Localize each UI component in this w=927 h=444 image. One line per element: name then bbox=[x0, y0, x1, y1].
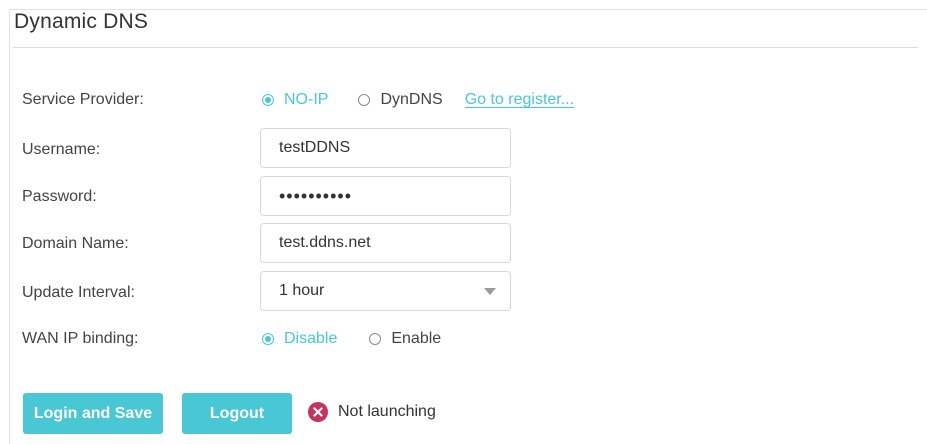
password-input[interactable] bbox=[279, 185, 492, 207]
update-interval-label: Update Interval: bbox=[22, 284, 135, 301]
error-icon bbox=[308, 402, 328, 422]
username-input[interactable] bbox=[279, 139, 492, 157]
login-and-save-button[interactable]: Login and Save bbox=[23, 393, 163, 434]
go-to-register-link[interactable]: Go to register... bbox=[465, 91, 574, 109]
radio-enable-label[interactable]: Enable bbox=[391, 330, 441, 348]
page-title: Dynamic DNS bbox=[14, 10, 149, 33]
service-provider-radio-group: NO-IP DynDNS Go to register... bbox=[262, 91, 574, 109]
status-text: Not launching bbox=[338, 403, 436, 420]
logout-button[interactable]: Logout bbox=[182, 393, 292, 434]
dropdown-arrow-icon[interactable] bbox=[484, 288, 496, 295]
password-label: Password: bbox=[22, 188, 97, 205]
domain-name-field[interactable] bbox=[260, 223, 511, 263]
radio-dyndns-indicator[interactable] bbox=[358, 94, 371, 106]
radio-enable-indicator[interactable] bbox=[369, 333, 382, 345]
update-interval-select[interactable]: 1 hour bbox=[260, 271, 511, 311]
radio-dyndns-label[interactable]: DynDNS bbox=[380, 91, 442, 109]
radio-no-ip-label[interactable]: NO-IP bbox=[284, 91, 328, 109]
radio-dyndns[interactable]: DynDNS bbox=[358, 91, 443, 109]
service-provider-label: Service Provider: bbox=[22, 91, 144, 108]
username-field[interactable] bbox=[260, 128, 511, 168]
domain-name-input[interactable] bbox=[279, 234, 492, 252]
wan-ip-binding-label: WAN IP binding: bbox=[22, 330, 139, 347]
radio-disable-indicator[interactable] bbox=[262, 333, 274, 345]
domain-name-label: Domain Name: bbox=[22, 235, 129, 252]
radio-enable[interactable]: Enable bbox=[369, 330, 441, 348]
wan-ip-binding-radio-group: Disable Enable bbox=[262, 330, 441, 348]
radio-no-ip-indicator[interactable] bbox=[262, 94, 274, 106]
update-interval-value[interactable]: 1 hour bbox=[279, 282, 324, 300]
radio-disable[interactable]: Disable bbox=[262, 330, 337, 348]
connection-status: Not launching bbox=[308, 402, 436, 422]
username-label: Username: bbox=[22, 141, 101, 158]
password-field[interactable] bbox=[260, 176, 511, 216]
radio-disable-label[interactable]: Disable bbox=[284, 330, 337, 348]
title-divider bbox=[13, 47, 918, 48]
radio-no-ip[interactable]: NO-IP bbox=[262, 91, 328, 109]
